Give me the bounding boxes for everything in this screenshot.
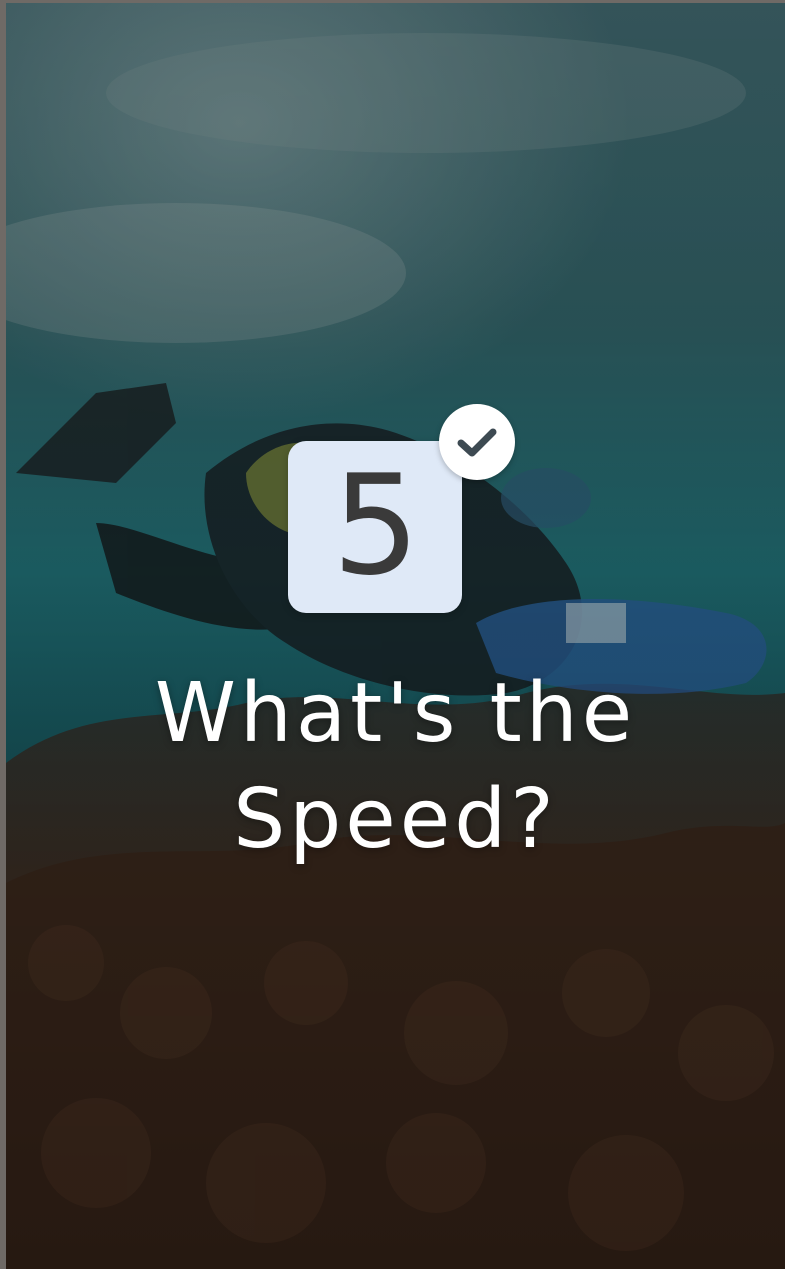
check-icon [457,428,497,457]
onboarding-card[interactable]: 5 What's the Speed? [6,3,785,1269]
slide-title-line-1: What's the [154,666,637,761]
slide-title-line-2: Speed? [233,772,558,867]
step-number-badge: 5 [288,441,462,613]
completed-check-badge [439,404,515,480]
slide-title: What's the Speed? [6,661,785,873]
step-number: 5 [332,445,420,606]
darken-overlay [6,3,785,1269]
